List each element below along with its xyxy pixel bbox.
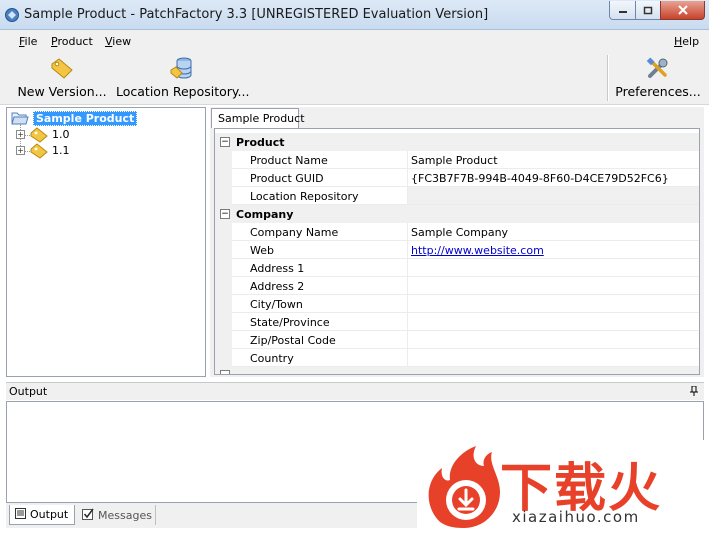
tab-output[interactable]: Output <box>9 505 75 525</box>
property-row[interactable]: Web http://www.website.com <box>215 241 699 259</box>
property-value[interactable] <box>408 313 699 331</box>
property-value[interactable]: {FC3B7F7B-994B-4049-8F60-D4CE79D52FC6} <box>408 169 699 187</box>
property-value[interactable] <box>408 331 699 349</box>
product-tree[interactable]: Sample Product + 1.0 + 1.1 <box>6 107 206 377</box>
tab-messages[interactable]: Messages <box>78 505 156 525</box>
property-key: Web <box>232 241 408 259</box>
output-title: Output <box>9 385 48 398</box>
category-product[interactable]: − Product <box>215 133 699 151</box>
property-row[interactable]: City/Town <box>215 295 699 313</box>
property-value[interactable]: http://www.website.com <box>408 241 699 259</box>
flame-logo <box>428 446 500 528</box>
property-key: Location Repository <box>232 187 408 205</box>
category-partial[interactable] <box>215 367 699 374</box>
property-key: Product GUID <box>232 169 408 187</box>
watermark-url: xiazaihuo.com <box>512 508 640 526</box>
property-key: Country <box>232 349 408 367</box>
property-row[interactable]: Product Name Sample Product <box>215 151 699 169</box>
new-version-button[interactable]: New Version... <box>16 56 108 100</box>
window-title: Sample Product - PatchFactory 3.3 [UNREG… <box>24 7 489 22</box>
property-value[interactable] <box>408 259 699 277</box>
output-header <box>6 382 704 400</box>
property-row[interactable]: State/Province <box>215 313 699 331</box>
property-value[interactable]: Sample Product <box>408 151 699 169</box>
tag-icon <box>51 58 73 79</box>
tree-root-label: Sample Product <box>33 111 138 126</box>
pin-icon[interactable] <box>690 386 698 396</box>
tree-item-version[interactable]: + 1.1 <box>16 143 136 159</box>
expand-icon[interactable]: + <box>16 146 25 155</box>
tools-icon <box>646 57 668 78</box>
property-key: State/Province <box>232 313 408 331</box>
collapse-icon[interactable]: − <box>220 209 230 219</box>
property-row[interactable]: Country <box>215 349 699 367</box>
app-icon <box>5 8 19 22</box>
property-value[interactable] <box>408 277 699 295</box>
menu-view[interactable]: View <box>105 35 131 48</box>
property-key: City/Town <box>232 295 408 313</box>
property-value[interactable] <box>408 187 699 205</box>
category-company[interactable]: − Company <box>215 205 699 223</box>
tab-sample-product[interactable]: Sample Product <box>211 108 305 128</box>
tag-icon <box>30 127 48 143</box>
maximize-button[interactable] <box>635 1 661 20</box>
menu-file[interactable]: File <box>19 35 37 48</box>
property-key: Zip/Postal Code <box>232 331 408 349</box>
property-grid[interactable]: − Product Product Name Sample Product Pr… <box>214 128 700 375</box>
tree-item-label: 1.1 <box>52 144 70 157</box>
menu-product[interactable]: Product <box>51 35 93 48</box>
close-button[interactable] <box>660 1 705 20</box>
expand-icon[interactable]: + <box>16 130 25 139</box>
property-key: Address 1 <box>232 259 408 277</box>
preferences-button[interactable]: Preferences... <box>615 56 701 100</box>
close-icon <box>677 5 688 15</box>
checklist-icon <box>82 508 94 520</box>
minimize-button[interactable] <box>609 1 636 20</box>
property-value[interactable] <box>408 295 699 313</box>
database-icon <box>170 57 192 79</box>
property-row[interactable]: Company Name Sample Company <box>215 223 699 241</box>
property-key: Company Name <box>232 223 408 241</box>
toolbar-separator <box>607 55 609 101</box>
tag-icon <box>30 143 48 159</box>
menu-help[interactable]: Help <box>674 35 699 48</box>
property-value[interactable] <box>408 349 699 367</box>
property-row[interactable]: Location Repository <box>215 187 699 205</box>
property-row[interactable]: Address 2 <box>215 277 699 295</box>
property-key: Product Name <box>232 151 408 169</box>
minimize-icon <box>618 11 627 13</box>
collapse-icon[interactable]: − <box>220 137 230 147</box>
property-row[interactable]: Product GUID {FC3B7F7B-994B-4049-8F60-D4… <box>215 169 699 187</box>
tree-item-version[interactable]: + 1.0 <box>16 127 136 143</box>
property-value[interactable]: Sample Company <box>408 223 699 241</box>
tree-item-label: 1.0 <box>52 128 70 141</box>
property-key: Address 2 <box>232 277 408 295</box>
maximize-icon <box>643 6 653 14</box>
collapse-icon[interactable] <box>220 370 230 374</box>
property-row[interactable]: Address 1 <box>215 259 699 277</box>
output-window-icon <box>15 508 26 519</box>
location-repository-button[interactable]: Location Repository... <box>116 56 249 100</box>
property-row[interactable]: Zip/Postal Code <box>215 331 699 349</box>
website-link[interactable]: http://www.website.com <box>411 244 544 257</box>
